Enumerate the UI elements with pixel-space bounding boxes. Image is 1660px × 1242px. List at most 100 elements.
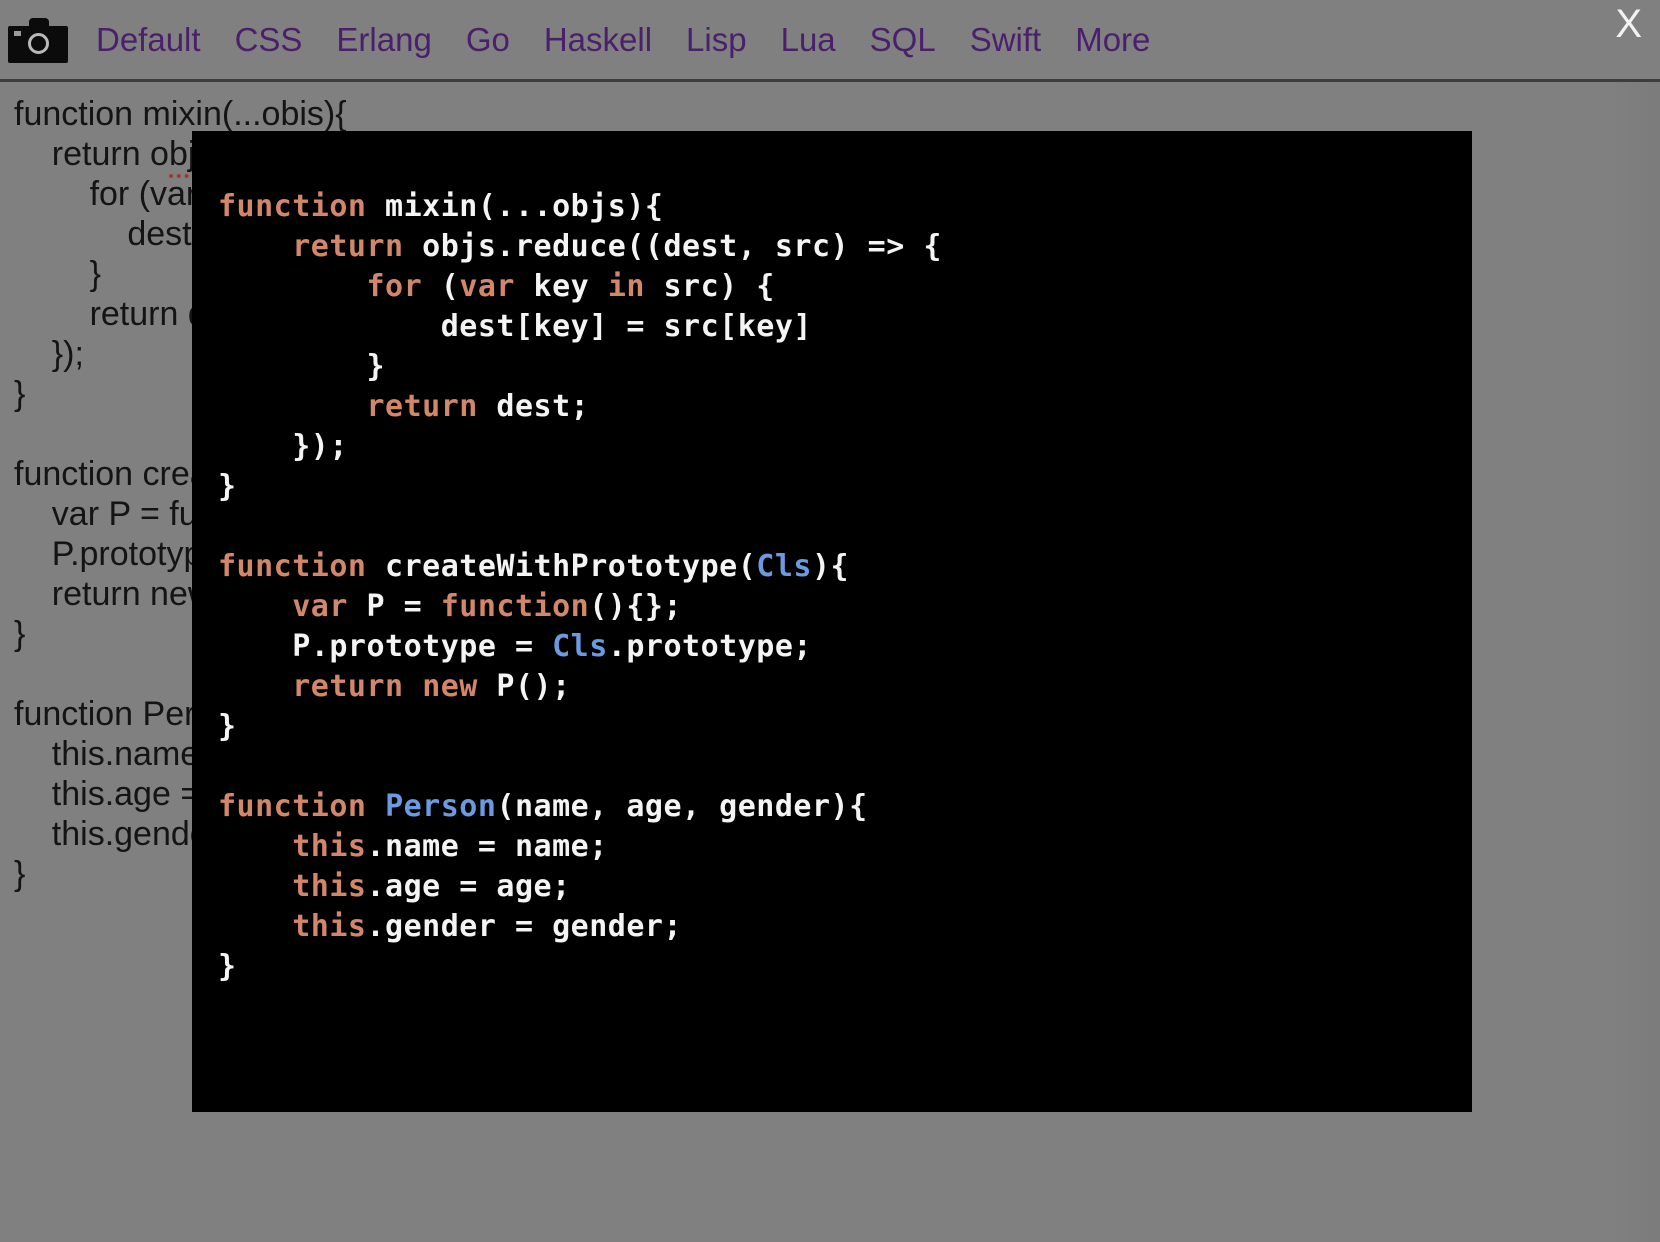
camera-icon-lens	[28, 32, 49, 54]
nav-link-go[interactable]: Go	[466, 23, 510, 56]
code-plain-text: dest[key] = src[key]	[218, 309, 812, 344]
code-keyword: this	[292, 869, 367, 904]
code-plain-text: (name, age, gender){	[496, 789, 868, 824]
code-plain-text	[367, 789, 386, 824]
code-plain-text	[218, 669, 292, 704]
code-plain-text: P();	[477, 669, 571, 704]
code-plain-text: }	[218, 349, 386, 384]
code-plain-text: .age = age;	[366, 869, 571, 904]
code-plain-text: P.prototype =	[218, 629, 553, 664]
code-plain-text	[218, 869, 292, 904]
code-keyword: function	[440, 589, 590, 624]
background-doc-text: });	[14, 335, 84, 373]
code-preview-panel[interactable]: function mixin(...objs){ return objs.red…	[192, 131, 1472, 1112]
nav-link-lisp[interactable]: Lisp	[686, 23, 747, 56]
code-keyword: this	[292, 829, 367, 864]
code-line: }	[218, 949, 237, 984]
camera-icon[interactable]	[8, 17, 68, 63]
code-plain-text: mixin(...objs){	[366, 189, 664, 224]
code-line: function createWithPrototype(Cls){	[218, 549, 849, 584]
code-keyword: new	[422, 669, 478, 704]
background-doc-text: ){	[323, 95, 347, 133]
background-doc-text: return o	[14, 135, 169, 173]
code-plain-text: .prototype;	[607, 629, 812, 664]
code-plain-text: P =	[347, 589, 441, 624]
code-class-name: Cls	[756, 549, 812, 584]
code-plain-text: }	[218, 949, 237, 984]
nav-link-lua[interactable]: Lua	[781, 23, 836, 56]
code-keyword: return	[366, 389, 478, 424]
code-line: var P = function(){};	[218, 589, 682, 624]
nav-link-haskell[interactable]: Haskell	[544, 23, 652, 56]
code-line: function Person(name, age, gender){	[218, 789, 868, 824]
code-keyword: this	[292, 909, 367, 944]
code-line: for (var key in src) {	[218, 269, 775, 304]
code-line: this.gender = gender;	[218, 909, 682, 944]
code-plain-text: ){	[811, 549, 850, 584]
nav-link-more[interactable]: More	[1075, 23, 1150, 56]
code-keyword: in	[607, 269, 645, 304]
code-line: dest[key] = src[key]	[218, 309, 812, 344]
code-plain-text	[218, 229, 292, 264]
code-keyword: for	[366, 269, 423, 304]
nav-links-container: Default CSS Erlang Go Haskell Lisp Lua S…	[0, 0, 1167, 79]
code-plain-text: .name = name;	[366, 829, 608, 864]
background-doc-text: }	[14, 615, 26, 653]
nav-link-swift[interactable]: Swift	[970, 23, 1042, 56]
camera-icon-flash	[14, 30, 21, 36]
code-keyword: function	[218, 549, 367, 584]
code-plain-text	[404, 669, 423, 704]
background-doc-text: function mixin(...	[14, 95, 262, 133]
code-plain-text	[218, 269, 367, 304]
code-line: return dest;	[218, 389, 589, 424]
code-line: }	[218, 349, 385, 384]
app-window: Default CSS Erlang Go Haskell Lisp Lua S…	[0, 0, 1660, 1242]
code-plain-text	[218, 829, 292, 864]
code-keyword: return	[292, 229, 404, 264]
code-plain-text: dest;	[477, 389, 590, 424]
code-line: }	[218, 709, 237, 744]
close-icon[interactable]: X	[1615, 4, 1642, 44]
code-keyword: var	[459, 269, 515, 304]
code-plain-text	[218, 909, 292, 944]
code-line: });	[218, 429, 348, 464]
nav-link-default[interactable]: Default	[96, 23, 201, 56]
background-doc-text: }	[14, 375, 26, 413]
code-keyword: function	[218, 189, 367, 224]
code-plain-text: (){};	[589, 589, 683, 624]
code-line: return new P();	[218, 669, 571, 704]
code-keyword: return	[292, 669, 404, 704]
top-navigation-bar: Default CSS Erlang Go Haskell Lisp Lua S…	[0, 0, 1660, 82]
nav-link-css[interactable]: CSS	[235, 23, 303, 56]
code-block: function mixin(...objs){ return objs.red…	[218, 187, 942, 987]
code-plain-text: }	[218, 469, 237, 504]
code-plain-text: key	[515, 269, 608, 304]
code-line: function mixin(...objs){	[218, 189, 663, 224]
background-doc-line: function mixin(...obis){	[14, 94, 1660, 138]
code-plain-text: }	[218, 709, 237, 744]
code-line: this.name = name;	[218, 829, 608, 864]
code-line: return objs.reduce((dest, src) => {	[218, 229, 942, 264]
background-doc-text: }	[14, 855, 26, 893]
code-plain-text: objs.reduce((dest, src) => {	[403, 229, 942, 264]
code-keyword: var	[292, 589, 348, 624]
code-plain-text: (	[422, 269, 460, 304]
nav-link-sql[interactable]: SQL	[870, 23, 936, 56]
code-keyword: function	[218, 789, 367, 824]
code-plain-text: });	[218, 429, 348, 464]
code-plain-text	[218, 589, 292, 624]
code-plain-text	[218, 389, 367, 424]
code-class-name: Cls	[552, 629, 608, 664]
code-line: P.prototype = Cls.prototype;	[218, 629, 812, 664]
code-line: this.age = age;	[218, 869, 571, 904]
nav-link-erlang[interactable]: Erlang	[336, 23, 431, 56]
code-plain-text: .gender = gender;	[366, 909, 683, 944]
background-doc-text: }	[14, 255, 101, 293]
camera-icon-viewfinder	[29, 17, 49, 28]
code-class-name: Person	[385, 789, 497, 824]
code-line: }	[218, 469, 237, 504]
code-plain-text: createWithPrototype(	[366, 549, 757, 584]
code-plain-text: src) {	[644, 269, 775, 304]
